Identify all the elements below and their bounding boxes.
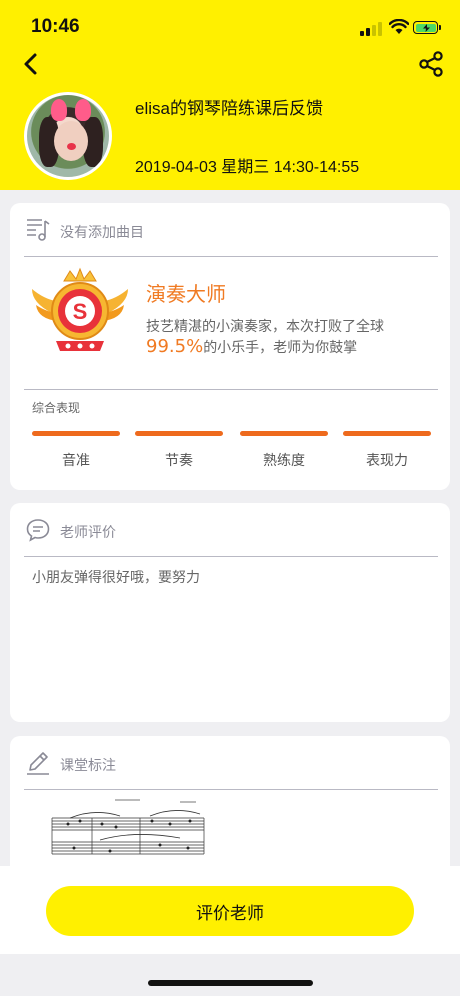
achievement-text-2: 99.5%的小乐手，老师为你鼓掌	[146, 336, 357, 357]
pieces-label: 没有添加曲目	[60, 225, 144, 241]
metric-pitch: 音准	[32, 431, 120, 470]
achievement-percent: 99.5%	[146, 336, 204, 357]
achievement-text: 技艺精湛的小演奏家，本次打败了全球	[146, 319, 384, 335]
metric-label: 音准	[62, 453, 90, 469]
divider	[24, 389, 438, 390]
status-time: 10:46	[31, 16, 80, 37]
metric-label: 节奏	[165, 453, 193, 469]
metric-bar	[240, 431, 328, 436]
status-bar: 10:46	[0, 0, 460, 54]
metric-label: 表现力	[366, 453, 408, 469]
share-button[interactable]	[418, 50, 444, 78]
header: 10:46 elisa的钢琴陪练课后反馈 2019-04-03 星期三 14:3…	[0, 0, 460, 190]
pencil-icon	[27, 752, 49, 775]
metric-expression: 表现力	[343, 431, 431, 470]
home-indicator	[148, 980, 313, 986]
metric-rhythm: 节奏	[135, 431, 223, 470]
music-list-icon	[27, 219, 50, 241]
metric-bar	[135, 431, 223, 436]
chat-bubble-icon	[26, 519, 50, 542]
class-notes-card: 课堂标注	[10, 736, 450, 876]
wifi-icon	[389, 19, 409, 34]
comment-label: 老师评价	[60, 525, 116, 541]
lesson-title: elisa的钢琴陪练课后反馈	[135, 99, 323, 118]
sheet-music-thumbnail[interactable]	[40, 796, 210, 866]
lesson-datetime: 2019-04-03 星期三 14:30-14:55	[135, 159, 360, 176]
battery-cap	[439, 25, 441, 30]
metric-bar	[343, 431, 431, 436]
comment-header: 老师评价	[24, 515, 438, 557]
achievement-title: 演奏大师	[146, 282, 226, 306]
battery-icon	[413, 21, 438, 34]
rate-teacher-button[interactable]: 评价老师	[46, 886, 414, 936]
achievement-suffix: 的小乐手，老师为你鼓掌	[203, 340, 358, 356]
metric-bar	[32, 431, 120, 436]
back-button[interactable]	[18, 50, 46, 78]
feedback-card: 没有添加曲目 S 演奏大师 技艺精湛的小演奏家，本次打败了全球 99.5%的小乐…	[10, 203, 450, 490]
bottom-bar: 评价老师	[0, 866, 460, 954]
pieces-header: 没有添加曲目	[24, 215, 438, 257]
notes-label: 课堂标注	[60, 758, 116, 774]
teacher-comment-card: 老师评价 小朋友弹得很好哦，要努力	[10, 503, 450, 722]
metrics: 音准 节奏 熟练度 表现力	[32, 431, 432, 481]
performance-label: 综合表现	[32, 401, 81, 415]
avatar	[24, 92, 112, 180]
metric-label: 熟练度	[263, 453, 305, 469]
metric-fluency: 熟练度	[240, 431, 328, 470]
master-badge-icon: S	[32, 267, 128, 351]
notes-header: 课堂标注	[24, 748, 438, 790]
signal-icon	[360, 22, 382, 36]
svg-text:S: S	[73, 299, 88, 324]
teacher-comment-text: 小朋友弹得很好哦，要努力	[32, 570, 200, 586]
